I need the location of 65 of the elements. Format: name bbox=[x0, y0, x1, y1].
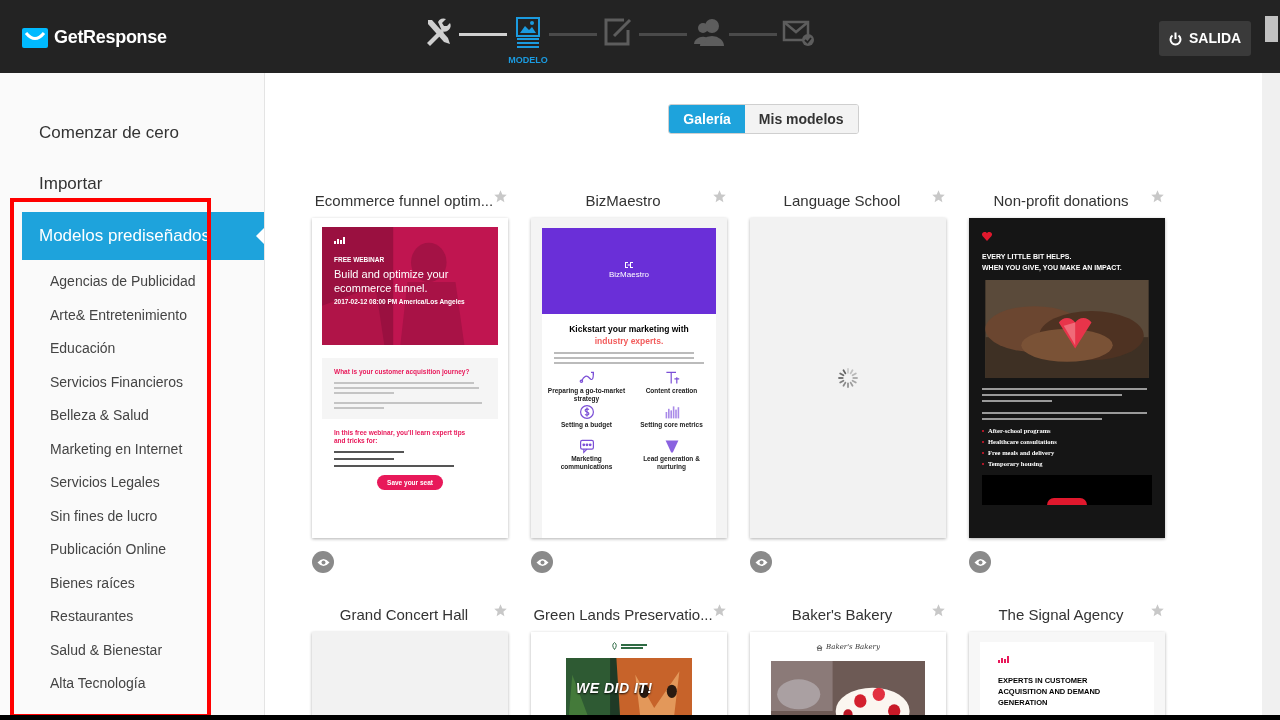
text-icon bbox=[663, 370, 680, 386]
category-link[interactable]: Educación bbox=[50, 338, 116, 360]
sidebar-item[interactable]: Importar bbox=[0, 158, 264, 209]
star-icon[interactable] bbox=[1150, 603, 1165, 618]
category-link[interactable]: Servicios Financieros bbox=[50, 371, 184, 393]
star-icon[interactable] bbox=[493, 189, 508, 204]
preview-button[interactable] bbox=[750, 551, 772, 573]
logo-icon bbox=[22, 27, 48, 48]
star-icon[interactable] bbox=[931, 603, 946, 618]
leaf-icon bbox=[611, 642, 618, 650]
exit-button[interactable]: SALIDA bbox=[1159, 21, 1252, 56]
preview-button[interactable] bbox=[969, 551, 991, 573]
logo-icon bbox=[625, 261, 633, 268]
bars-logo-icon bbox=[334, 237, 346, 244]
eye-icon bbox=[973, 557, 987, 567]
funnel-icon bbox=[663, 438, 680, 454]
star-icon[interactable] bbox=[712, 603, 727, 618]
eye-icon bbox=[535, 557, 549, 567]
category-link[interactable]: Agencias de Publicidad bbox=[50, 271, 196, 293]
template-title: Green Lands Preservatio... bbox=[533, 604, 713, 625]
category-link[interactable]: Sin fines de lucro bbox=[50, 505, 158, 527]
category-link[interactable]: Publicación Online bbox=[50, 539, 166, 561]
bars-logo-icon bbox=[998, 656, 1010, 663]
route-icon bbox=[578, 370, 595, 386]
template-title: Grand Concert Hall bbox=[339, 604, 469, 625]
template-title: Language School bbox=[783, 190, 901, 211]
category-link[interactable]: Bienes raíces bbox=[50, 572, 135, 594]
category-link[interactable]: Servicios Legales bbox=[50, 472, 160, 494]
email-heading: Kickstart your marketing with industry experts. bbox=[568, 323, 690, 347]
sidebar-item[interactable]: Comenzar de cero bbox=[0, 107, 264, 158]
bar-chart-icon bbox=[663, 404, 680, 420]
view-tab[interactable]: Mis modelos bbox=[744, 105, 858, 133]
logo-text: BizMaestro bbox=[609, 268, 649, 281]
template-title: Non-profit donations bbox=[993, 190, 1129, 211]
logo-text: GetResponse bbox=[54, 26, 167, 49]
hero-heading: Build and optimize your ecommerce funnel. bbox=[334, 267, 450, 295]
chat-icon bbox=[578, 438, 595, 454]
loading-spinner-icon bbox=[837, 367, 859, 389]
donate-button[interactable] bbox=[1047, 498, 1087, 505]
cupcake-icon bbox=[816, 643, 824, 651]
template-preview[interactable] bbox=[312, 218, 508, 538]
star-icon[interactable] bbox=[931, 189, 946, 204]
eye-icon bbox=[316, 557, 330, 567]
preview-button[interactable] bbox=[312, 551, 334, 573]
heart-icon bbox=[982, 232, 992, 241]
template-title: The Signal Agency bbox=[998, 604, 1124, 625]
dollar-icon bbox=[578, 404, 595, 420]
category-link[interactable]: Marketing en Internet bbox=[50, 438, 183, 460]
preview-button[interactable] bbox=[531, 551, 553, 573]
scrollbar-thumb[interactable] bbox=[1265, 16, 1278, 42]
step-label: MODELO bbox=[508, 54, 548, 67]
template-title: Ecommerce funnel optim... bbox=[314, 190, 494, 211]
star-icon[interactable] bbox=[1150, 189, 1165, 204]
power-icon bbox=[1169, 31, 1182, 46]
category-link[interactable]: Belleza & Salud bbox=[50, 405, 149, 427]
star-icon[interactable] bbox=[712, 189, 727, 204]
template-title: Baker's Bakery bbox=[791, 604, 893, 625]
eye-icon bbox=[754, 557, 768, 567]
category-link[interactable]: Arte& Entretenimiento bbox=[50, 304, 187, 326]
text-lines-drawing bbox=[621, 643, 647, 649]
category-link[interactable]: Alta Tecnología bbox=[50, 673, 146, 695]
category-link[interactable]: Salud & Bienestar bbox=[50, 639, 163, 661]
star-icon[interactable] bbox=[493, 603, 508, 618]
template-title: BizMaestro bbox=[585, 190, 661, 211]
category-link[interactable]: Restaurantes bbox=[50, 606, 134, 628]
